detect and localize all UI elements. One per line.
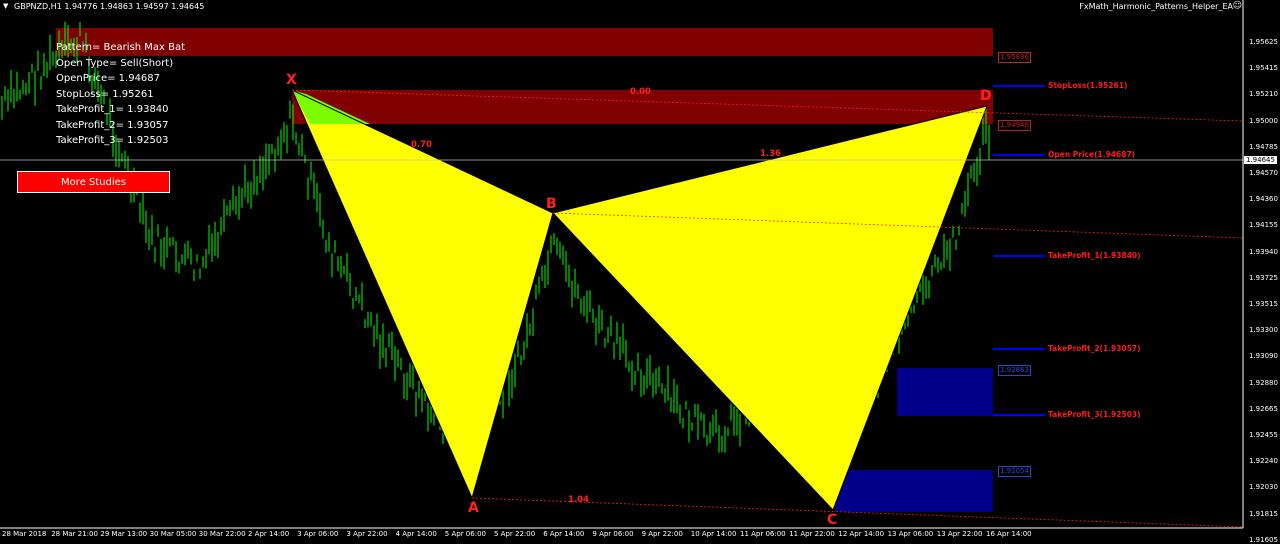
time-tick-label: 30 Mar 05:00	[149, 530, 197, 538]
time-tick-label: 28 Mar 21:00	[51, 530, 98, 538]
price-tick-label: 1.93090	[1249, 352, 1278, 361]
level-tp1: TakeProfit_1(1.93840)	[1048, 251, 1141, 260]
target-zone-2	[835, 470, 993, 512]
ratio-bd-label: 1.36	[760, 149, 781, 159]
ratio-xd-label: 0.00	[630, 87, 651, 97]
price-tick-label: 1.93725	[1249, 273, 1278, 282]
price-tick-label: 1.93940	[1249, 247, 1278, 256]
price-tick-label: 1.95625	[1249, 38, 1278, 46]
info-pattern: Pattern= Bearish Max Bat	[56, 42, 186, 53]
time-tick-label: 5 Apr 06:00	[444, 530, 486, 538]
price-tick-label: 1.91605	[1249, 535, 1278, 544]
resistance-zone	[56, 28, 993, 56]
time-tick-label: 29 Mar 13:00	[100, 530, 148, 538]
zone-label-top: 1.95836	[998, 52, 1031, 63]
point-a-label: A	[468, 500, 479, 516]
price-tick-label: 1.95210	[1249, 90, 1278, 99]
price-axis[interactable]: 1.95625 1.95415 1.95210 1.95000 1.94785 1.945…	[1243, 0, 1280, 544]
symbol-header: GBPNZD,H1 1.94776 1.94863 1.94597 1.9464…	[14, 2, 205, 11]
point-b-label: B	[546, 196, 557, 212]
more-studies-button[interactable]: More Studies	[17, 171, 170, 193]
point-d-label: D	[980, 88, 992, 104]
time-tick-label: 6 Apr 14:00	[543, 530, 585, 538]
price-tick-label: 1.93300	[1249, 326, 1278, 335]
expert-advisor-name: FxMath_Harmonic_Patterns_Helper_EA	[1079, 2, 1233, 11]
info-tp1: TakeProfit_1= 1.93840	[56, 104, 169, 115]
time-tick-label: 11 Apr 06:00	[740, 530, 786, 538]
time-tick-label: 28 Mar 2018	[2, 530, 47, 538]
pattern-info-panel: Pattern= Bearish Max Bat Open Type= Sell…	[56, 40, 185, 149]
time-axis[interactable]: 28 Mar 2018 28 Mar 21:00 29 Mar 13:00 30 Ma…	[0, 528, 1243, 542]
point-x-label: X	[286, 72, 297, 88]
price-tick-label: 1.92455	[1249, 431, 1278, 439]
info-open-price: OpenPrice= 1.94687	[56, 73, 161, 84]
price-tick-label: 1.94785	[1249, 142, 1278, 151]
time-tick-label: 3 Apr 06:00	[297, 530, 339, 538]
ea-smiley-icon[interactable]: ☺	[1233, 1, 1242, 11]
price-tick-label: 1.91815	[1249, 509, 1278, 518]
time-tick-label: 10 Apr 14:00	[690, 530, 737, 538]
info-stop-loss: StopLoss= 1.95261	[56, 88, 154, 100]
chart-menu-arrow-icon[interactable]: ▼	[3, 2, 8, 10]
time-tick-label: 30 Mar 22:00	[198, 530, 246, 538]
zone-label-bottom: 1.92054	[998, 466, 1031, 477]
zone-label-prz: 1.94946	[998, 120, 1031, 131]
time-tick-label: 4 Apr 14:00	[395, 530, 437, 538]
price-tick-label: 1.92240	[1249, 457, 1278, 466]
price-tick-label: 1.94155	[1249, 221, 1278, 230]
ratio-xb-label: 0.70	[411, 140, 432, 150]
time-tick-label: 2 Apr 14:00	[248, 530, 290, 538]
price-tick-label: 1.94570	[1249, 169, 1278, 177]
time-tick-label: 11 Apr 22:00	[789, 530, 835, 538]
level-stop-loss: StopLoss(1.95261)	[1048, 81, 1128, 90]
price-tick-label: 1.92880	[1249, 378, 1278, 387]
level-tp2: TakeProfit_2(1.93057)	[1048, 344, 1141, 353]
time-tick-label: 12 Apr 14:00	[838, 530, 885, 538]
info-tp2: TakeProfit_2= 1.93057	[56, 119, 169, 131]
zone-label-mid: 1.92863	[998, 365, 1031, 376]
time-tick-label: 13 Apr 22:00	[936, 530, 983, 538]
time-tick-label: 13 Apr 06:00	[887, 530, 934, 538]
time-tick-label: 3 Apr 22:00	[346, 530, 388, 538]
target-zone-1	[897, 368, 993, 416]
time-tick-label: 9 Apr 06:00	[592, 530, 634, 538]
current-price-tag: 1.94645	[1244, 156, 1277, 164]
time-tick-label: 16 Apr 14:00	[986, 530, 1032, 538]
info-open-type: Open Type= Sell(Short)	[56, 57, 174, 69]
level-open-price: Open Price(1.94687)	[1048, 150, 1136, 159]
price-tick-label: 1.93515	[1249, 300, 1278, 308]
price-tick-label: 1.92030	[1249, 483, 1278, 492]
level-tp3: TakeProfit_3(1.92503)	[1048, 410, 1141, 419]
info-tp3: TakeProfit_3= 1.92503	[56, 135, 169, 146]
ratio-ac-label: 1.04	[568, 495, 589, 505]
price-tick-label: 1.95000	[1249, 116, 1278, 125]
time-tick-label: 5 Apr 22:00	[494, 530, 536, 538]
price-tick-label: 1.92665	[1249, 404, 1278, 413]
point-c-label: C	[827, 512, 838, 528]
price-tick-label: 1.94360	[1249, 195, 1278, 204]
price-tick-label: 1.95415	[1249, 64, 1278, 73]
time-tick-label: 9 Apr 22:00	[641, 530, 683, 538]
